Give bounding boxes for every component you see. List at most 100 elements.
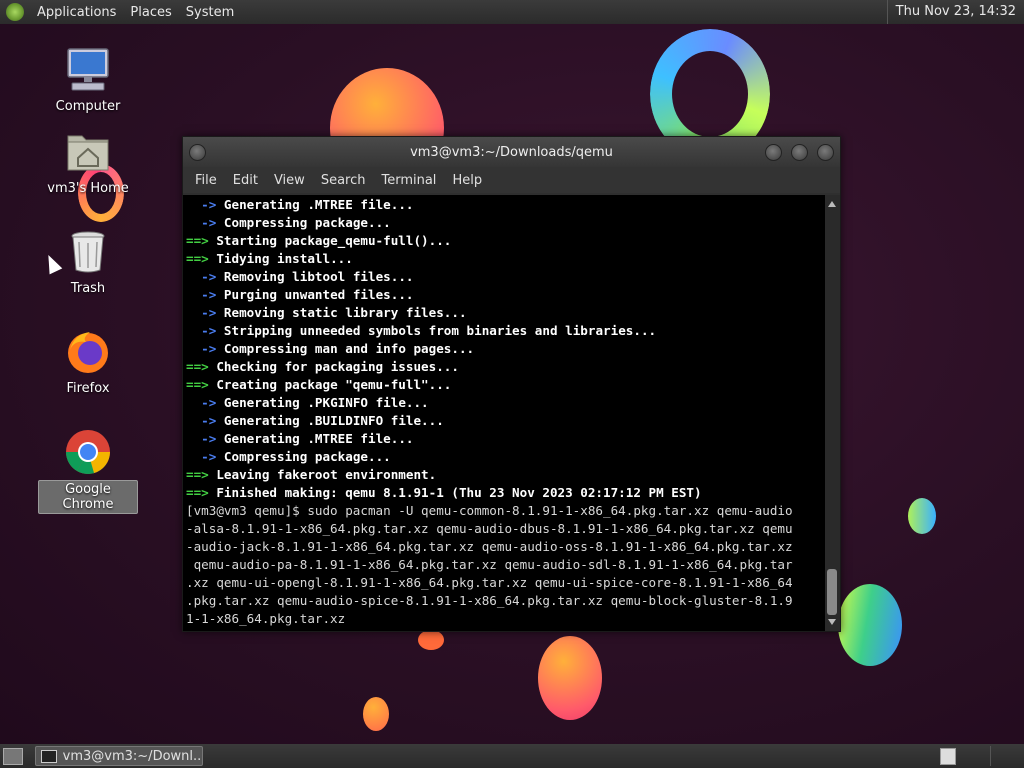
terminal-line: -> Stripping unneeded symbols from binar…	[186, 322, 825, 340]
terminal-line: -> Generating .MTREE file...	[186, 196, 825, 214]
trash-applet[interactable]	[990, 746, 1021, 766]
line-text: Tidying install...	[208, 251, 353, 266]
line-text: Checking for packaging issues...	[208, 359, 459, 374]
terminal-line: -> Generating .BUILDINFO file...	[186, 412, 825, 430]
wallpaper-shape	[418, 630, 444, 650]
line-prefix: ==>	[186, 359, 209, 374]
line-prefix: ->	[186, 341, 217, 356]
line-prefix: ->	[186, 449, 217, 464]
menu-terminal[interactable]: Terminal	[373, 173, 444, 188]
desktop-icon-label: Firefox	[66, 381, 110, 396]
terminal-line: -> Compressing package...	[186, 214, 825, 232]
terminal-line: ==> Starting package_qemu-full()...	[186, 232, 825, 250]
terminal-line: -> Generating .MTREE file...	[186, 430, 825, 448]
line-prefix: ->	[186, 197, 217, 212]
terminal-line: -> Generating .PKGINFO file...	[186, 394, 825, 412]
line-text: Creating package "qemu-full"...	[208, 377, 452, 392]
desktop-icon-label: Computer	[55, 99, 121, 114]
minimize-button[interactable]	[765, 144, 782, 161]
terminal-line: ==> Creating package "qemu-full"...	[186, 376, 825, 394]
applications-menu[interactable]: Applications	[30, 5, 123, 20]
taskbar-item-terminal[interactable]: vm3@vm3:~/Downl...	[35, 746, 203, 766]
command-line: [vm3@vm3 qemu]$ sudo pacman -U qemu-comm…	[186, 503, 793, 518]
menu-edit[interactable]: Edit	[225, 173, 266, 188]
terminal-line: ==> Finished making: qemu 8.1.91-1 (Thu …	[186, 484, 825, 502]
desktop-icon-chrome[interactable]: Google Chrome	[38, 428, 138, 514]
line-text: Purging unwanted files...	[216, 287, 414, 302]
line-text: Generating .MTREE file...	[216, 431, 414, 446]
line-text: Stripping unneeded symbols from binaries…	[216, 323, 657, 338]
terminal-line: -> Removing static library files...	[186, 304, 825, 322]
terminal-line: -> Purging unwanted files...	[186, 286, 825, 304]
command-line: -alsa-8.1.91-1-x86_64.pkg.tar.xz qemu-au…	[186, 521, 793, 536]
taskbar-item-label: vm3@vm3:~/Downl...	[62, 748, 202, 764]
distro-logo-icon[interactable]	[6, 3, 24, 21]
scroll-up-icon[interactable]	[828, 201, 836, 207]
line-prefix: ->	[186, 215, 217, 230]
firefox-icon	[64, 328, 112, 376]
window-titlebar[interactable]: vm3@vm3:~/Downloads/qemu	[183, 137, 840, 167]
terminal-icon	[41, 749, 57, 763]
terminal-window[interactable]: vm3@vm3:~/Downloads/qemu File Edit View …	[182, 136, 841, 632]
desktop-icon-computer[interactable]: Computer	[38, 46, 138, 115]
line-text: Finished making: qemu 8.1.91-1 (Thu 23 N…	[208, 485, 702, 500]
terminal-line: ==> Tidying install...	[186, 250, 825, 268]
line-text: Starting package_qemu-full()...	[208, 233, 452, 248]
terminal-line: ==> Leaving fakeroot environment.	[186, 466, 825, 484]
line-prefix: ==>	[186, 377, 209, 392]
terminal-line: ==> Checking for packaging issues...	[186, 358, 825, 376]
line-text: Removing static library files...	[216, 305, 467, 320]
terminal-line: -> Removing libtool files...	[186, 268, 825, 286]
line-prefix: ->	[186, 287, 217, 302]
wallpaper-shape	[838, 584, 902, 666]
line-prefix: ->	[186, 431, 217, 446]
terminal-output[interactable]: -> Generating .MTREE file... -> Compress…	[183, 195, 825, 631]
top-panel: Applications Places System Thu Nov 23, 1…	[0, 0, 1024, 24]
wallpaper-shape	[363, 697, 389, 731]
terminal-line: -> Compressing package...	[186, 448, 825, 466]
line-text: Compressing man and info pages...	[216, 341, 475, 356]
line-prefix: ==>	[186, 233, 209, 248]
bottom-panel: vm3@vm3:~/Downl...	[0, 744, 1024, 768]
home-folder-icon	[64, 128, 112, 176]
command-line: 1-1-x86_64.pkg.tar.xz	[186, 611, 346, 626]
line-prefix: ->	[186, 323, 217, 338]
show-desktop-icon[interactable]	[3, 748, 23, 765]
line-text: Compressing package...	[216, 449, 391, 464]
line-text: Removing libtool files...	[216, 269, 414, 284]
menu-file[interactable]: File	[187, 173, 225, 188]
desktop-icon-firefox[interactable]: Firefox	[38, 328, 138, 397]
computer-icon	[64, 46, 112, 94]
command-line: .xz qemu-ui-opengl-8.1.91-1-x86_64.pkg.t…	[186, 575, 793, 590]
maximize-button[interactable]	[791, 144, 808, 161]
clock[interactable]: Thu Nov 23, 14:32	[886, 0, 1024, 24]
scroll-down-icon[interactable]	[828, 619, 836, 625]
close-button[interactable]	[817, 144, 834, 161]
terminal-line: -> Compressing man and info pages...	[186, 340, 825, 358]
chrome-icon	[64, 428, 112, 476]
desktop-icon-label: vm3's Home	[47, 181, 129, 196]
terminal-scrollbar[interactable]	[825, 195, 840, 631]
scrollbar-thumb[interactable]	[827, 569, 837, 615]
menu-view[interactable]: View	[266, 173, 313, 188]
line-prefix: ==>	[186, 251, 209, 266]
line-text: Generating .BUILDINFO file...	[216, 413, 444, 428]
desktop-icon-home[interactable]: vm3's Home	[38, 128, 138, 197]
menu-search[interactable]: Search	[313, 173, 374, 188]
desktop-icon-label: Google Chrome	[38, 480, 138, 514]
wallpaper-shape	[908, 498, 936, 534]
trash-icon	[64, 228, 112, 276]
menu-help[interactable]: Help	[444, 173, 490, 188]
command-line: .pkg.tar.xz qemu-audio-spice-8.1.91-1-x8…	[186, 593, 793, 608]
line-text: Compressing package...	[216, 215, 391, 230]
window-title: vm3@vm3:~/Downloads/qemu	[410, 145, 613, 160]
places-menu[interactable]: Places	[123, 5, 178, 20]
line-prefix: ->	[186, 305, 217, 320]
system-menu[interactable]: System	[179, 5, 241, 20]
workspace-switcher[interactable]	[940, 748, 956, 765]
line-prefix: ==>	[186, 467, 209, 482]
command-line: -audio-jack-8.1.91-1-x86_64.pkg.tar.xz q…	[186, 539, 793, 554]
line-prefix: ==>	[186, 485, 209, 500]
desktop-icon-label: Trash	[70, 281, 106, 296]
command-line: qemu-audio-pa-8.1.91-1-x86_64.pkg.tar.xz…	[186, 557, 793, 572]
